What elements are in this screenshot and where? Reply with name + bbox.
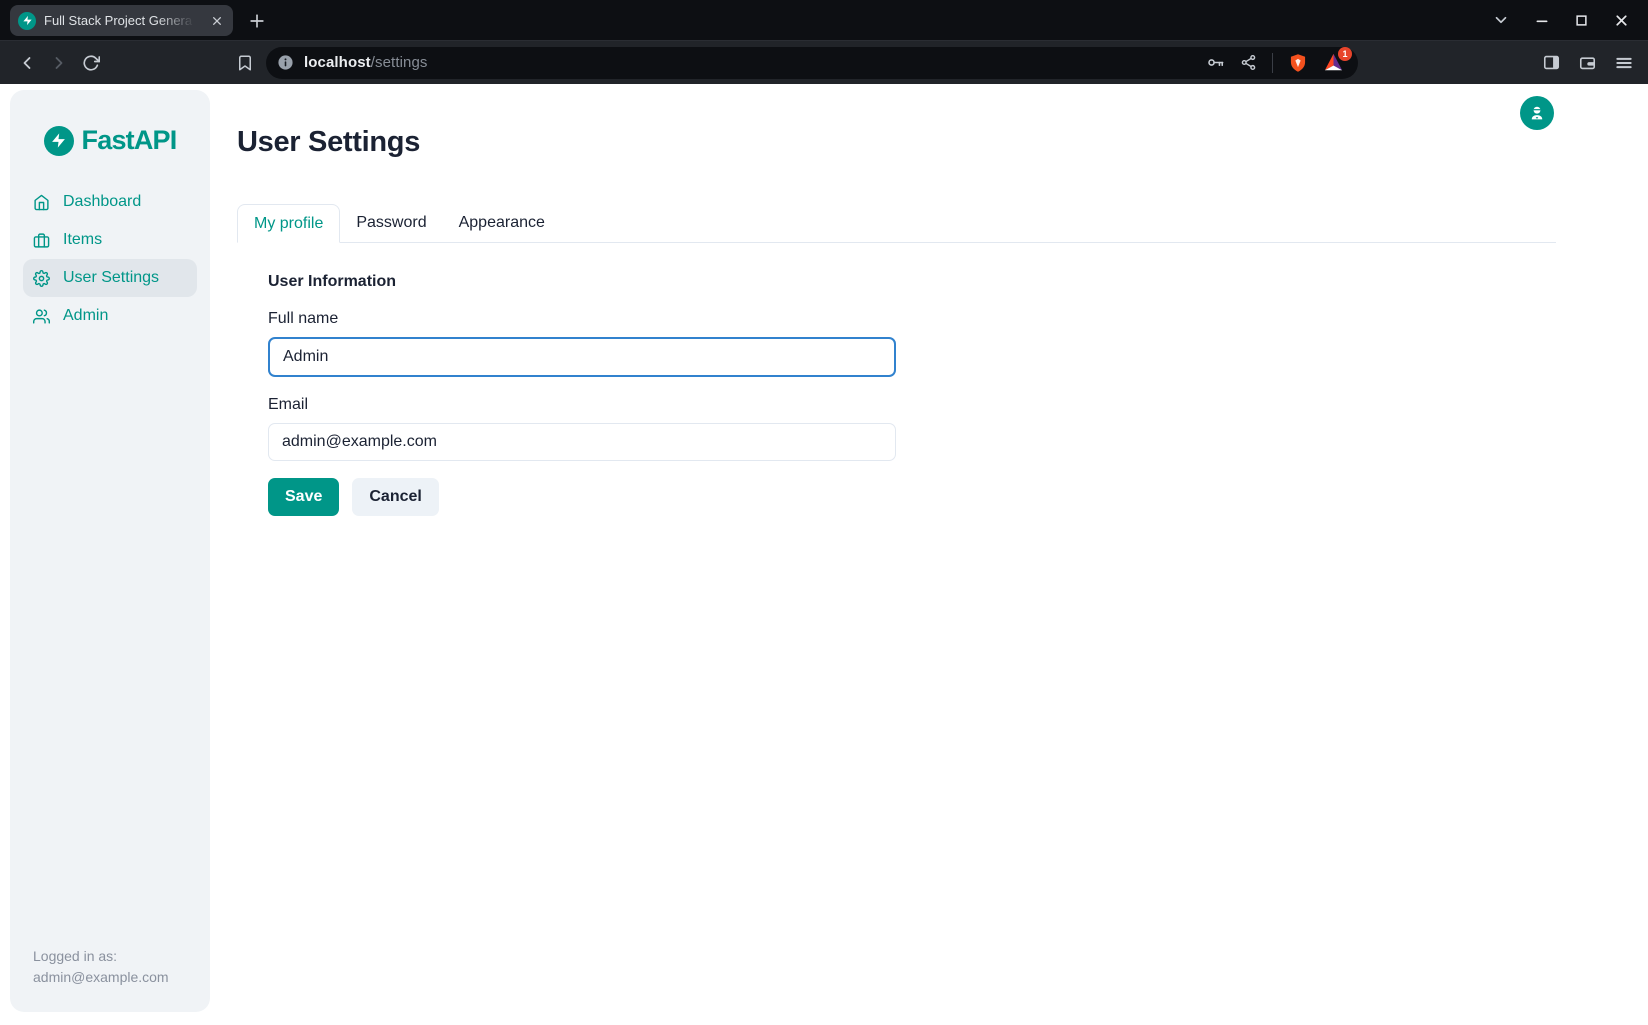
users-icon <box>33 308 50 325</box>
sidebar-nav: Dashboard Items User Settings Admin <box>10 183 210 335</box>
tab-title: Full Stack Project Genera <box>44 13 201 28</box>
forward-icon[interactable] <box>46 50 72 76</box>
email-label: Email <box>268 396 1648 414</box>
fastapi-logo-text: FastAPI <box>82 125 177 156</box>
url-text: localhost/settings <box>304 54 428 71</box>
browser-toolbar: localhost/settings 1 <box>0 40 1648 84</box>
full-name-input[interactable] <box>268 337 896 377</box>
toolbar-divider <box>1272 53 1273 73</box>
tab-password[interactable]: Password <box>340 204 442 242</box>
fastapi-bolt-icon <box>44 126 74 156</box>
tab-strip: Full Stack Project Genera <box>0 0 1648 40</box>
logged-in-email: admin@example.com <box>33 967 169 988</box>
toolbar-right-icons <box>1542 53 1634 73</box>
back-icon[interactable] <box>14 50 40 76</box>
tab-appearance[interactable]: Appearance <box>443 204 561 242</box>
app-sidebar: FastAPI Dashboard Items User Settings Ad… <box>10 90 210 1012</box>
minimize-icon[interactable] <box>1534 12 1550 28</box>
browser-tab[interactable]: Full Stack Project Genera <box>10 5 233 36</box>
home-icon <box>33 194 50 211</box>
window-controls <box>1492 0 1630 40</box>
sidebar-item-label: User Settings <box>63 269 159 287</box>
address-bar[interactable]: localhost/settings 1 <box>266 47 1358 79</box>
reload-icon[interactable] <box>78 50 104 76</box>
share-icon[interactable] <box>1240 54 1257 71</box>
wallet-icon[interactable] <box>1578 53 1597 72</box>
rewards-badge: 1 <box>1338 47 1352 61</box>
briefcase-icon <box>33 232 50 249</box>
section-title: User Information <box>268 273 1648 291</box>
sidebar-item-label: Admin <box>63 307 108 325</box>
tab-my-profile[interactable]: My profile <box>237 204 340 243</box>
sidebar-item-admin[interactable]: Admin <box>23 297 197 335</box>
bookmark-icon[interactable] <box>236 54 254 72</box>
browser-chrome: Full Stack Project Genera <box>0 0 1648 84</box>
url-host: localhost <box>304 54 371 71</box>
full-name-label: Full name <box>268 310 1648 328</box>
profile-form: User Information Full name Email Save Ca… <box>237 273 1648 516</box>
fastapi-favicon-icon <box>18 12 36 30</box>
sidebar-item-label: Items <box>63 231 102 249</box>
sidebar-item-user-settings[interactable]: User Settings <box>23 259 197 297</box>
brave-shield-icon[interactable] <box>1288 53 1308 73</box>
menu-hamburger-icon[interactable] <box>1614 53 1634 73</box>
user-menu-button[interactable] <box>1520 96 1554 130</box>
new-tab-button[interactable] <box>247 5 267 36</box>
page-title: User Settings <box>237 84 1648 159</box>
logged-in-info: Logged in as: admin@example.com <box>33 946 169 988</box>
brave-rewards-icon[interactable]: 1 <box>1323 53 1344 72</box>
form-actions: Save Cancel <box>268 478 1648 516</box>
settings-tabs: My profile Password Appearance <box>237 204 1556 243</box>
site-info-icon[interactable] <box>277 54 294 71</box>
email-input[interactable] <box>268 423 896 461</box>
sidebar-item-dashboard[interactable]: Dashboard <box>23 183 197 221</box>
gear-icon <box>33 270 50 287</box>
tab-search-chevron-icon[interactable] <box>1492 11 1510 29</box>
maximize-icon[interactable] <box>1574 13 1589 28</box>
user-astronaut-icon <box>1528 104 1546 122</box>
password-key-icon[interactable] <box>1206 53 1225 72</box>
address-bar-icons: 1 <box>1206 53 1348 73</box>
save-button[interactable]: Save <box>268 478 339 516</box>
sidebar-item-label: Dashboard <box>63 193 141 211</box>
cancel-button[interactable]: Cancel <box>352 478 438 516</box>
tab-close-icon[interactable] <box>209 13 225 29</box>
main-content: User Settings My profile Password Appear… <box>237 84 1648 1025</box>
fastapi-logo: FastAPI <box>10 90 210 156</box>
sidebar-item-items[interactable]: Items <box>23 221 197 259</box>
close-window-icon[interactable] <box>1613 12 1630 29</box>
side-panel-icon[interactable] <box>1542 53 1561 72</box>
logged-in-label: Logged in as: <box>33 946 169 967</box>
url-path: /settings <box>371 54 428 71</box>
